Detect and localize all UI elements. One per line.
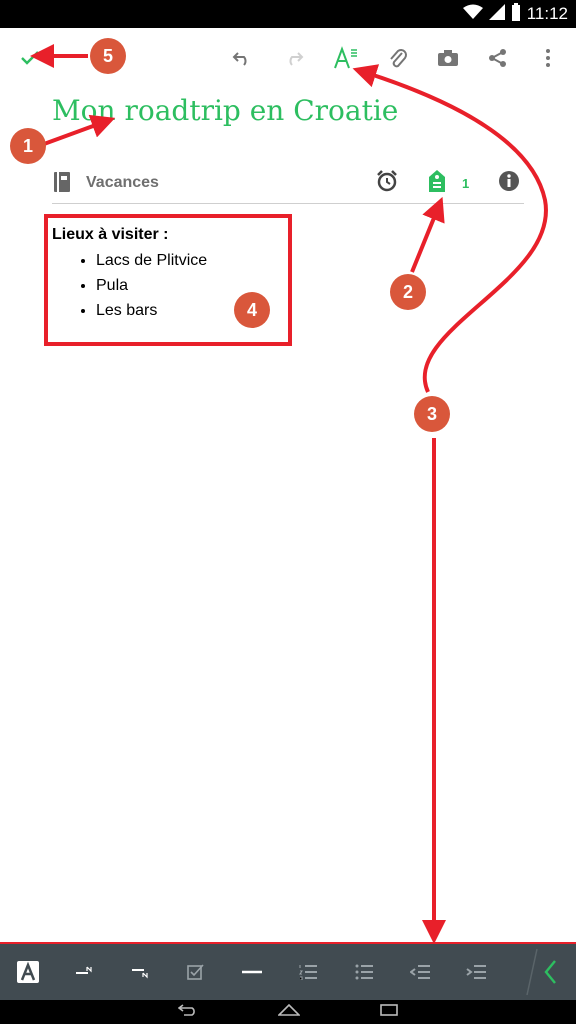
subscript-button[interactable] [112, 944, 168, 1000]
numbered-list-button[interactable] [280, 944, 336, 1000]
status-bar: 11:12 [0, 0, 576, 28]
annotation-badge-2: 2 [390, 274, 426, 310]
text-format-icon [334, 46, 357, 69]
more-vert-icon [546, 49, 550, 67]
tag-count: 1 [462, 176, 470, 191]
camera-icon [438, 50, 458, 66]
recents-icon[interactable] [380, 1003, 398, 1021]
format-style-button[interactable] [0, 944, 56, 1000]
checkbox-icon [187, 964, 204, 980]
wifi-icon [462, 4, 483, 25]
outdent-icon [410, 965, 430, 979]
subscript-icon [132, 969, 148, 979]
back-icon[interactable] [177, 1003, 198, 1021]
camera-button[interactable] [430, 40, 466, 76]
redo-button[interactable] [276, 40, 312, 76]
horizontal-rule-icon [242, 970, 262, 974]
outdent-button[interactable] [392, 944, 448, 1000]
checkmark-icon [21, 51, 39, 65]
undo-button[interactable] [224, 40, 260, 76]
save-check-button[interactable] [12, 40, 48, 76]
chevron-left-icon [526, 948, 556, 996]
home-icon[interactable] [277, 1003, 301, 1021]
undo-icon [232, 52, 247, 66]
system-nav-bar [0, 1000, 576, 1024]
bullet-list-button[interactable] [336, 944, 392, 1000]
signal-icon [488, 3, 505, 25]
attachment-button[interactable] [380, 40, 416, 76]
annotation-badge-4: 4 [234, 292, 270, 328]
notebook-icon[interactable] [52, 171, 72, 198]
superscript-button[interactable] [56, 944, 112, 1000]
formatting-toolbar [0, 944, 576, 1000]
annotation-badge-3: 3 [414, 396, 450, 432]
redo-icon [289, 52, 304, 66]
share-icon [489, 49, 506, 67]
collapse-formatting-button[interactable] [512, 944, 572, 1000]
horizontal-rule-button[interactable] [224, 944, 280, 1000]
paperclip-icon [390, 49, 407, 68]
format-a-icon [17, 961, 39, 983]
indent-icon [466, 965, 486, 979]
notebook-name[interactable]: Vacances [86, 174, 159, 192]
overflow-menu-button[interactable] [530, 40, 566, 76]
bullet-list-icon [355, 964, 373, 980]
indent-button[interactable] [448, 944, 504, 1000]
annotation-badge-5: 5 [90, 38, 126, 74]
status-time: 11:12 [526, 4, 568, 23]
note-title[interactable]: Mon roadtrip en Croatie [52, 94, 398, 127]
share-button[interactable] [480, 40, 516, 76]
note-toolbar [0, 28, 576, 88]
checkbox-button[interactable] [168, 944, 224, 1000]
tag-icon[interactable] [428, 169, 446, 198]
superscript-icon [76, 966, 92, 974]
alarm-clock-icon[interactable] [376, 170, 398, 197]
info-icon[interactable] [498, 170, 520, 197]
battery-icon [511, 2, 521, 26]
numbered-list-icon [299, 965, 317, 980]
annotation-arrows [30, 44, 548, 944]
annotation-badge-1: 1 [10, 128, 46, 164]
note-meta-row: Vacances 1 [52, 164, 524, 204]
text-format-button[interactable] [328, 40, 364, 76]
